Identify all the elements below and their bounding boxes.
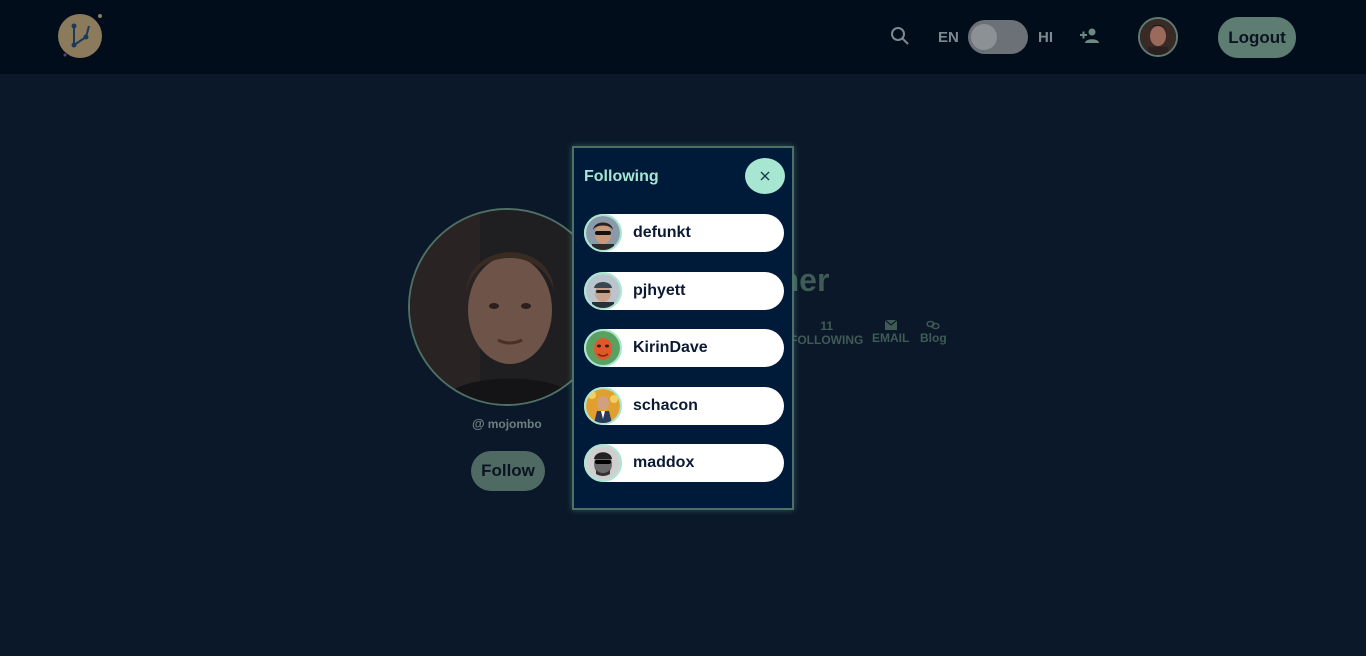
avatar [584,214,622,252]
navbar: EN HI Logout [0,0,1366,74]
following-stat[interactable]: 11 FOLLOWING [790,319,863,347]
list-item-name: KirinDave [633,339,708,356]
blog-label: Blog [920,331,947,345]
close-icon [760,169,770,184]
at-icon: @ [472,416,485,431]
email-label: EMAIL [872,331,910,345]
list-item[interactable]: KirinDave [584,329,784,367]
profile-handle: @ mojombo [472,416,542,431]
avatar [584,271,622,310]
list-item[interactable]: schacon [584,386,784,425]
logout-button[interactable]: Logout [1218,17,1296,58]
email-icon [872,319,909,331]
search-icon[interactable] [890,26,910,46]
following-list: defunkt pjhyett KirinDave schacon maddox [584,214,784,502]
language-en-label: EN [938,29,959,46]
follow-button[interactable]: Follow [471,451,545,491]
following-modal: Following defunkt pjhyett KirinDave scha… [572,146,794,510]
app-logo[interactable] [57,13,103,59]
avatar [584,386,622,425]
email-stat[interactable]: EMAIL [872,319,909,345]
list-item[interactable]: pjhyett [584,271,784,310]
following-label: FOLLOWING [790,333,864,347]
toggle-knob [971,24,997,50]
profile-handle-text: mojombo [487,417,542,431]
list-item-name: schacon [633,396,698,414]
list-item[interactable]: defunkt [584,214,784,252]
language-hi-label: HI [1038,29,1053,46]
avatar [584,444,622,482]
list-item-name: maddox [633,454,695,471]
blog-stat[interactable]: Blog [920,319,947,345]
list-item-name: defunkt [633,224,691,241]
link-icon [920,319,947,331]
list-item[interactable]: maddox [584,444,784,482]
add-user-icon[interactable] [1080,27,1100,45]
user-avatar[interactable] [1138,17,1178,57]
list-item-name: pjhyett [633,281,686,299]
avatar [584,329,622,367]
close-button[interactable] [745,158,785,194]
modal-title: Following [584,168,659,185]
language-toggle[interactable] [968,20,1028,54]
following-count: 11 [820,319,833,333]
